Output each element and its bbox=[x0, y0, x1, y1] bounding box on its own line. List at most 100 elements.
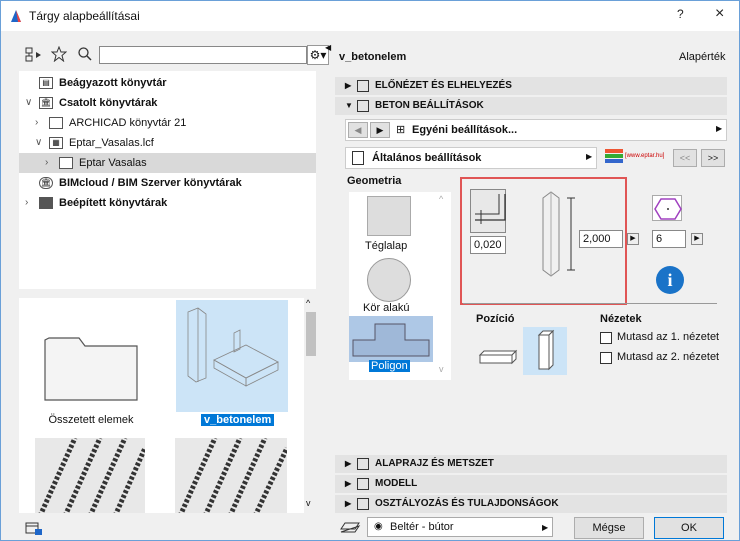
search-icon[interactable] bbox=[77, 46, 93, 62]
help-button[interactable]: ? bbox=[677, 7, 684, 21]
container-file-icon: ▦ bbox=[49, 137, 63, 149]
tree-item-embedded-library[interactable]: ▤ Beágyazott könyvtár bbox=[19, 73, 316, 93]
library-tree: ▤ Beágyazott könyvtár ∨ 🏛 Csatolt könyvt… bbox=[19, 71, 316, 289]
next-page-button[interactable]: ▶ bbox=[370, 122, 390, 138]
tree-item-label: Eptar_Vasalas.lcf bbox=[69, 137, 154, 149]
ok-button[interactable]: OK bbox=[654, 517, 724, 539]
dropdown-arrow-icon: ▶ bbox=[586, 152, 593, 161]
chevron-right-icon[interactable]: › bbox=[35, 113, 38, 133]
section-classification-properties[interactable]: ▶ OSZTÁLYOZÁS ÉS TULAJDONSÁGOK bbox=[335, 495, 727, 513]
tree-item-builtin[interactable]: › Beépített könyvtárak bbox=[19, 193, 316, 213]
rebar-image bbox=[35, 436, 148, 513]
hexagon-shape bbox=[654, 198, 682, 220]
shape-label[interactable]: Téglalap bbox=[365, 240, 407, 252]
chevron-down-icon[interactable]: ∨ bbox=[25, 93, 32, 113]
folder-icon bbox=[44, 337, 138, 401]
dropdown-arrow-icon[interactable]: ▶ bbox=[716, 124, 722, 133]
expand-arrow-icon: ▶ bbox=[345, 81, 352, 90]
object-thumbnails: Összetett elemek v_betonelem bbox=[19, 298, 316, 513]
section-concrete-settings[interactable]: ▼ BETON BEÁLLÍTÁSOK bbox=[335, 97, 727, 115]
views-heading: Nézetek bbox=[600, 313, 642, 325]
tree-item-label: Beágyazott könyvtár bbox=[59, 77, 167, 89]
section-model[interactable]: ▶ MODELL bbox=[335, 475, 727, 493]
tree-item-label: BIMcloud / BIM Szerver könyvtárak bbox=[59, 177, 242, 189]
info-icon[interactable]: i bbox=[656, 266, 684, 294]
tree-item-label: Beépített könyvtárak bbox=[59, 197, 168, 209]
sides-arrow-button[interactable]: ▶ bbox=[691, 233, 703, 245]
thumbnail-rebar-1[interactable] bbox=[35, 436, 148, 513]
dropdown-arrow-icon: ▶ bbox=[542, 523, 549, 532]
prev-button[interactable]: << bbox=[673, 149, 697, 167]
general-settings-dropdown[interactable]: Általános beállítások ▶ bbox=[345, 147, 597, 169]
layer-dropdown[interactable]: ◉ Beltér - bútor ▶ bbox=[367, 517, 553, 537]
previous-page-button[interactable]: ◀ bbox=[348, 122, 368, 138]
show-view1-label[interactable]: Mutasd az 1. nézetet bbox=[617, 331, 719, 343]
preview-icon bbox=[357, 80, 369, 92]
custom-settings-label[interactable]: Egyéni beállítások... bbox=[412, 124, 517, 136]
custom-settings-icon: ⊞ bbox=[396, 124, 406, 136]
scroll-up-icon[interactable]: ^ bbox=[439, 194, 443, 204]
gear-icon: ⚙▾ bbox=[309, 48, 327, 62]
circle-shape-icon[interactable] bbox=[367, 258, 411, 302]
library-structure-icon[interactable] bbox=[25, 47, 47, 63]
next-button[interactable]: >> bbox=[701, 149, 725, 167]
section-floorplan-section[interactable]: ▶ ALAPRAJZ ÉS METSZET bbox=[335, 455, 727, 473]
highlight-box bbox=[460, 177, 627, 305]
layer-label: Beltér - bútor bbox=[390, 521, 454, 533]
bimcloud-icon: 🏛 bbox=[39, 177, 53, 189]
expand-arrow-icon: ▶ bbox=[345, 499, 352, 508]
thumbnail-rebar-2[interactable] bbox=[175, 436, 290, 513]
vertical-column-icon bbox=[537, 329, 555, 371]
show-view1-checkbox[interactable] bbox=[600, 332, 612, 344]
chevron-down-icon[interactable]: ∨ bbox=[35, 133, 42, 153]
thumbnail-compound-elements[interactable] bbox=[37, 318, 147, 408]
concrete-icon bbox=[357, 100, 369, 112]
library-manager-icon[interactable] bbox=[25, 520, 43, 536]
library-icon: 🏛 bbox=[39, 97, 53, 109]
scroll-down-icon[interactable]: v bbox=[306, 498, 311, 508]
folder-icon bbox=[49, 117, 63, 129]
tree-item-label: ARCHICAD könyvtár 21 bbox=[69, 117, 187, 129]
polygon-shape-icon[interactable] bbox=[349, 316, 433, 362]
tree-item-eptar-lcf[interactable]: ∨ ▦ Eptar_Vasalas.lcf bbox=[19, 133, 316, 153]
layers-icon bbox=[340, 522, 361, 533]
geometry-heading: Geometria bbox=[347, 175, 402, 187]
shape-label-selected[interactable]: Poligon bbox=[369, 360, 410, 372]
section-preview-placement[interactable]: ▶ ELŐNÉZET ÉS ELHELYEZÉS bbox=[335, 77, 727, 95]
title-bar: Tárgy alapbeállításai ? × bbox=[1, 1, 739, 31]
position-heading: Pozíció bbox=[476, 313, 515, 325]
tree-item-archicad-library[interactable]: › ARCHICAD könyvtár 21 bbox=[19, 113, 316, 133]
collapse-panel-icon[interactable]: ◀ bbox=[325, 43, 331, 52]
position-vertical-button[interactable] bbox=[523, 327, 567, 375]
thumbnails-scrollbar[interactable]: ^ v bbox=[304, 298, 318, 513]
general-settings-label: Általános beállítások bbox=[372, 152, 482, 164]
cancel-button[interactable]: Mégse bbox=[574, 517, 644, 539]
tree-item-bimcloud[interactable]: 🏛 BIMcloud / BIM Szerver könyvtárak bbox=[19, 173, 316, 193]
window-title: Tárgy alapbeállításai bbox=[29, 9, 140, 23]
favorites-star-icon[interactable] bbox=[51, 46, 67, 62]
position-horizontal-button[interactable] bbox=[476, 341, 520, 371]
shape-label[interactable]: Kör alakú bbox=[363, 302, 409, 314]
height-arrow-button[interactable]: ▶ bbox=[627, 233, 639, 245]
logo-stripe bbox=[605, 149, 623, 153]
show-view2-label[interactable]: Mutasd az 2. nézetet bbox=[617, 351, 719, 363]
section-label: OSZTÁLYOZÁS ÉS TULAJDONSÁGOK bbox=[375, 498, 559, 509]
chevron-right-icon[interactable]: › bbox=[45, 153, 48, 173]
thumbnail-v-betonelem[interactable] bbox=[176, 300, 288, 412]
rectangle-shape-icon[interactable] bbox=[367, 196, 411, 236]
section-label: ALAPRAJZ ÉS METSZET bbox=[375, 458, 494, 469]
chevron-right-icon[interactable]: › bbox=[25, 193, 28, 213]
scroll-down-icon[interactable]: v bbox=[439, 364, 444, 374]
tree-item-eptar-vasalas[interactable]: › Eptar Vasalas bbox=[19, 153, 316, 173]
sides-field[interactable]: 6 bbox=[652, 230, 686, 248]
scrollbar-thumb[interactable] bbox=[306, 312, 316, 356]
tree-item-linked-libraries[interactable]: ∨ 🏛 Csatolt könyvtárak bbox=[19, 93, 316, 113]
show-view2-checkbox[interactable] bbox=[600, 352, 612, 364]
model-icon bbox=[357, 478, 369, 490]
close-button[interactable]: × bbox=[715, 5, 724, 23]
dialog-window: Tárgy alapbeállításai ? × ⚙▾ ▤ Beágyazot… bbox=[0, 0, 740, 541]
eptar-link[interactable]: [www.eptar.hu] bbox=[625, 153, 664, 159]
object-name: v_betonelem bbox=[339, 51, 407, 63]
scroll-up-icon[interactable]: ^ bbox=[306, 298, 310, 308]
search-input[interactable] bbox=[99, 46, 307, 64]
